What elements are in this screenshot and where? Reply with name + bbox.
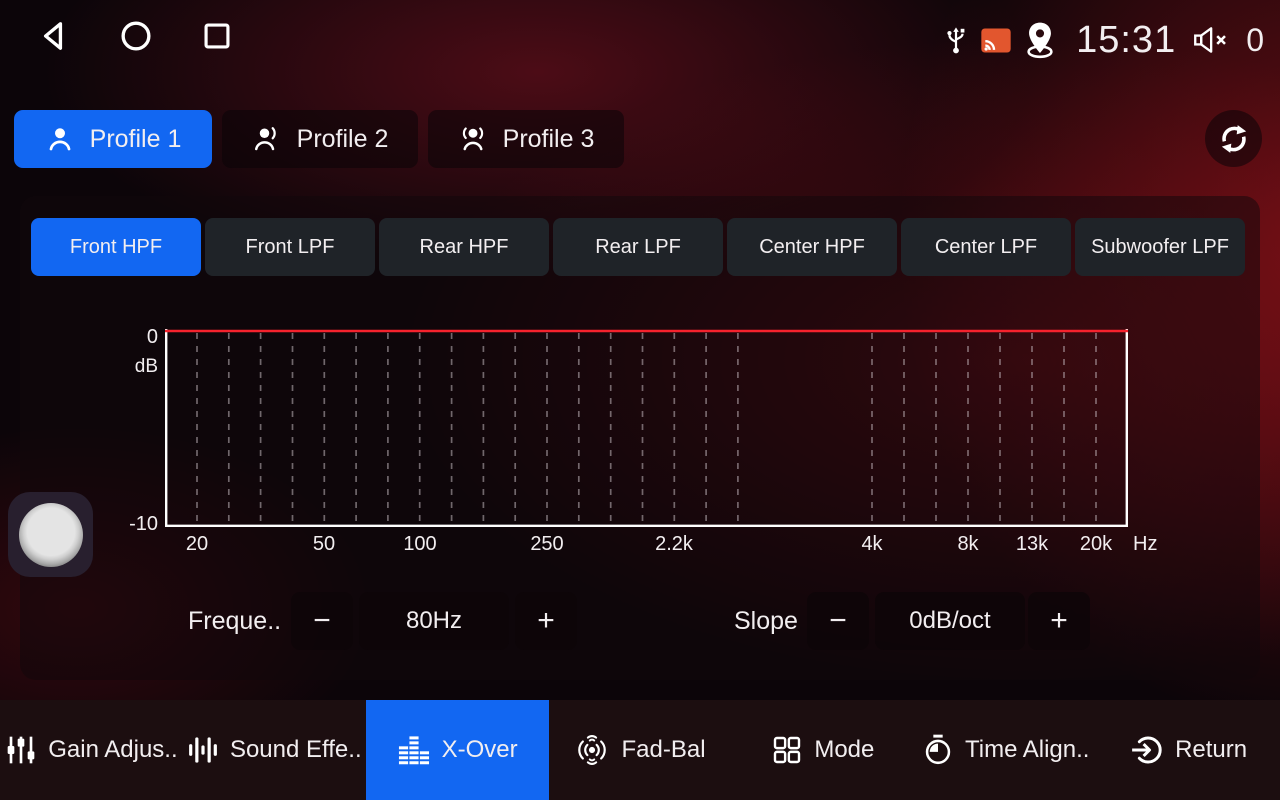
profile-1-button[interactable]: Profile 1 [14,110,212,168]
profile-label: Profile 3 [503,125,595,154]
nav-mode[interactable]: Mode [731,700,914,800]
nav-label: Time Align.. [965,736,1090,764]
slope-plus-button[interactable]: + [1028,592,1090,650]
speaker-waves-icon [574,732,610,768]
bottom-nav: Gain Adjus.. Sound Effe.. X-Over [0,700,1280,800]
xover-response-chart [165,329,1128,527]
frequency-minus-button[interactable]: − [291,592,353,650]
nav-label: Gain Adjus.. [48,736,177,764]
frequency-plus-button[interactable]: + [515,592,577,650]
slope-value: 0dB/oct [875,592,1025,650]
x-tick-label: 8k [957,533,978,556]
nav-fad-bal[interactable]: Fad-Bal [549,700,732,800]
tab-front-hpf[interactable]: Front HPF [31,218,201,276]
tab-center-hpf[interactable]: Center HPF [727,218,897,276]
x-tick-label: 13k [1016,533,1048,556]
status-icons: 15:31 0 [942,12,1264,68]
floating-assist-button[interactable] [8,492,93,577]
profile-row: Profile 1 Profile 2 Profile 3 [14,110,624,168]
mixer-sliders-icon [5,734,37,766]
tab-label: Rear HPF [420,236,509,259]
nav-time-align[interactable]: Time Align.. [914,700,1097,800]
tab-label: Front LPF [246,236,335,259]
return-arrow-icon [1130,733,1164,767]
tab-label: Rear LPF [595,236,681,259]
stopwatch-icon [922,734,954,766]
x-tick-label: 250 [530,533,563,556]
nav-gain-adjust[interactable]: Gain Adjus.. [0,700,183,800]
refresh-button[interactable] [1205,110,1262,167]
location-icon [1022,20,1058,60]
x-tick-label: 100 [403,533,436,556]
usb-icon [942,22,970,58]
grid-squares-icon [771,734,803,766]
y-tick-0: 0 [118,326,158,349]
person-wave-icon [252,124,282,154]
x-tick-label: 20 [186,533,208,556]
tab-center-lpf[interactable]: Center LPF [901,218,1071,276]
person-icon [45,124,75,154]
nav-return[interactable]: Return [1097,700,1280,800]
equalizer-bars-icon [397,733,431,767]
profile-3-button[interactable]: Profile 3 [428,110,624,168]
knob-icon [19,503,83,567]
tab-label: Center HPF [759,236,865,259]
slope-label: Slope [734,592,798,650]
volume-level: 0 [1246,22,1264,59]
nav-label: Sound Effe.. [230,736,362,764]
x-tick-label: 2.2k [655,533,693,556]
home-icon[interactable] [118,18,154,54]
back-icon[interactable] [36,18,72,54]
clock: 15:31 [1076,19,1176,62]
nav-label: Return [1175,736,1247,764]
nav-label: Mode [814,736,874,764]
filter-tab-row: Front HPF Front LPF Rear HPF Rear LPF Ce… [31,218,1245,276]
x-axis-ticks: 20 50 100 250 2.2k 4k 8k 13k 20k [165,533,1128,559]
tab-label: Subwoofer LPF [1091,236,1229,259]
x-tick-label: 20k [1080,533,1112,556]
tab-label: Front HPF [70,236,162,259]
nav-sound-effect[interactable]: Sound Effe.. [183,700,366,800]
android-nav-bar [36,18,234,54]
volume-muted-icon[interactable] [1192,24,1236,56]
tab-label: Center LPF [935,236,1037,259]
frequency-label: Freque.. [188,592,281,650]
frequency-value: 80Hz [359,592,509,650]
tab-rear-hpf[interactable]: Rear HPF [379,218,549,276]
person-waves-icon [458,124,488,154]
head-unit-screen: 15:31 0 Profile 1 Profile 2 [0,0,1280,800]
refresh-icon [1217,122,1251,156]
profile-2-button[interactable]: Profile 2 [222,110,418,168]
tab-rear-lpf[interactable]: Rear LPF [553,218,723,276]
nav-xover[interactable]: X-Over [366,700,549,800]
recents-icon[interactable] [200,19,234,53]
x-tick-label: 4k [861,533,882,556]
slope-minus-button[interactable]: − [807,592,869,650]
x-axis-unit: Hz [1133,533,1157,556]
x-tick-label: 50 [313,533,335,556]
tab-front-lpf[interactable]: Front LPF [205,218,375,276]
nav-label: Fad-Bal [621,736,705,764]
y-axis-label: dB [110,356,158,378]
profile-label: Profile 1 [90,125,182,154]
nav-label: X-Over [442,736,518,764]
cast-icon [980,27,1012,54]
waveform-bars-icon [187,734,219,766]
profile-label: Profile 2 [297,125,389,154]
tab-subwoofer-lpf[interactable]: Subwoofer LPF [1075,218,1245,276]
y-tick-neg10: -10 [108,513,158,536]
